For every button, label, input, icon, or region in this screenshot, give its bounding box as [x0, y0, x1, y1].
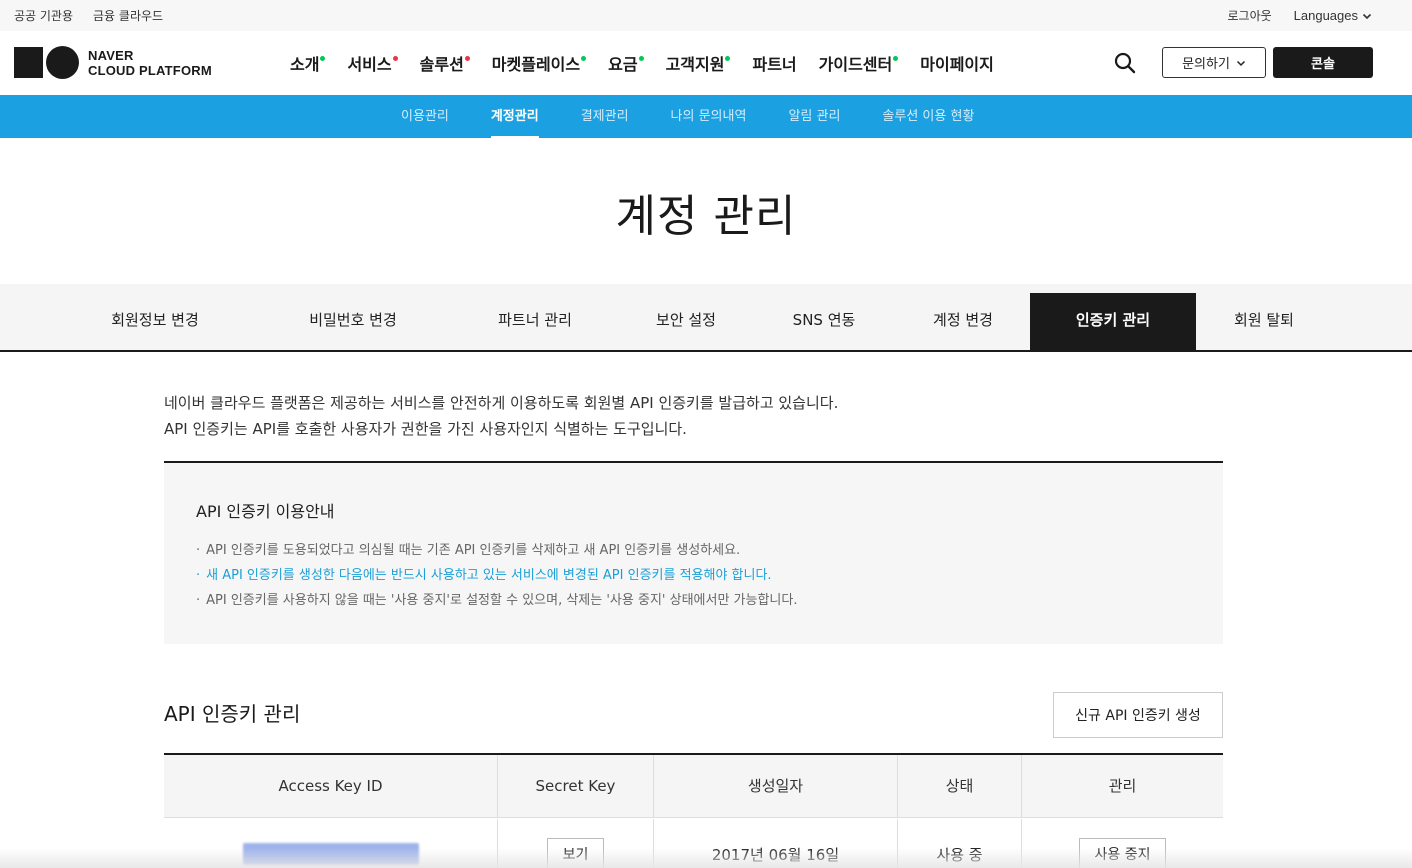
gnb-item-partner[interactable]: 파트너	[752, 51, 796, 75]
gnb-label: 요금	[608, 55, 638, 74]
inquiry-button[interactable]: 문의하기	[1162, 47, 1266, 78]
new-dot-indicator	[320, 56, 326, 61]
access-key-cell	[164, 819, 498, 868]
new-dot-indicator	[725, 56, 731, 61]
gnb-item-mypage[interactable]: 마이페이지	[920, 51, 994, 75]
col-secret-key: Secret Key	[498, 755, 654, 818]
intro-text: 네이버 클라우드 플랫폼은 제공하는 서비스를 안전하게 이용하도록 회원별 A…	[164, 390, 838, 442]
subnav-notifications[interactable]: 알림 관리	[788, 95, 840, 138]
intro-line-1: 네이버 클라우드 플랫폼은 제공하는 서비스를 안전하게 이용하도록 회원별 A…	[164, 394, 839, 412]
create-api-key-button[interactable]: 신규 API 인증키 생성	[1053, 692, 1223, 738]
table-row: 보기 2017년 06월 16일 사용 중 사용 중지	[164, 819, 1223, 868]
notice-item: API 인증키를 사용하지 않을 때는 '사용 중지'로 설정할 수 있으며, …	[196, 588, 797, 613]
page-title: 계정 관리	[615, 191, 797, 242]
logo-text-cloud-platform: CLOUD PLATFORM	[88, 62, 212, 78]
console-button[interactable]: 콘솔	[1273, 47, 1373, 78]
api-key-table: Access Key ID Secret Key 생성일자 상태 관리 보기 2…	[164, 753, 1223, 868]
view-secret-key-button[interactable]: 보기	[546, 838, 605, 868]
col-created-date: 생성일자	[654, 755, 898, 818]
notice-title: API 인증키 이용안내	[196, 502, 335, 521]
tab-auth-key[interactable]: 인증키 관리	[1030, 293, 1196, 350]
manage-cell: 사용 중지	[1022, 819, 1223, 868]
tab-sns[interactable]: SNS 연동	[774, 293, 874, 350]
subnav-billing[interactable]: 결제관리	[581, 95, 629, 138]
gnb-label: 마이페이지	[920, 55, 994, 74]
search-icon[interactable]	[1113, 51, 1137, 75]
chevron-down-icon	[1236, 60, 1245, 66]
gnb-item-services[interactable]: 서비스	[347, 51, 398, 75]
gnb-item-support[interactable]: 고객지원	[666, 51, 731, 75]
new-dot-indicator	[464, 56, 470, 61]
new-dot-indicator	[581, 56, 587, 61]
logo-text-naver: NAVER	[88, 47, 134, 63]
public-institution-link[interactable]: 공공 기관용	[14, 7, 73, 24]
tab-member-info[interactable]: 회원정보 변경	[80, 293, 230, 350]
subnav-my-inquiries[interactable]: 나의 문의내역	[671, 95, 747, 138]
languages-dropdown[interactable]: Languages	[1294, 8, 1372, 23]
col-access-key-id: Access Key ID	[164, 755, 498, 818]
gnb-label: 솔루션	[419, 55, 464, 74]
tab-partner[interactable]: 파트너 관리	[470, 293, 600, 350]
col-status: 상태	[898, 755, 1022, 818]
gnb-item-intro[interactable]: 소개	[290, 51, 326, 75]
col-manage: 관리	[1108, 777, 1137, 795]
main-header: NAVER CLOUD PLATFORM 소개 서비스 솔루션 마켓플레이스 요…	[0, 31, 1412, 95]
status-cell: 사용 중	[898, 819, 1022, 868]
api-key-notice-box: API 인증키 이용안내 API 인증키를 도용되었다고 의심될 때는 기존 A…	[164, 463, 1223, 644]
mypage-subnav: 이용관리 계정관리 결제관리 나의 문의내역 알림 관리 솔루션 이용 현황	[0, 95, 1412, 138]
gnb-label: 소개	[290, 55, 320, 74]
tab-security[interactable]: 보안 설정	[636, 293, 736, 350]
table-header: Access Key ID Secret Key 생성일자 상태 관리	[164, 755, 1223, 818]
subnav-solution-usage[interactable]: 솔루션 이용 현황	[882, 95, 974, 138]
gnb-item-solutions[interactable]: 솔루션	[420, 51, 470, 75]
gnb-item-pricing[interactable]: 요금	[608, 51, 644, 75]
disable-key-button[interactable]: 사용 중지	[1078, 838, 1167, 868]
notice-item-highlight: 새 API 인증키를 생성한 다음에는 반드시 사용하고 있는 서비스에 변경된…	[196, 563, 797, 588]
naver-cloud-logo[interactable]: NAVER CLOUD PLATFORM	[14, 46, 212, 79]
subnav-usage[interactable]: 이용관리	[401, 95, 449, 138]
tab-password[interactable]: 비밀번호 변경	[280, 293, 426, 350]
languages-label: Languages	[1293, 8, 1358, 23]
new-dot-indicator	[392, 56, 398, 61]
notice-item: API 인증키를 도용되었다고 의심될 때는 기존 API 인증키를 삭제하고 …	[196, 538, 797, 563]
gnb-item-guide-center[interactable]: 가이드센터	[819, 51, 899, 75]
gnb-item-marketplace[interactable]: 마켓플레이스	[491, 51, 587, 75]
subnav-account[interactable]: 계정관리	[490, 95, 539, 138]
intro-line-2: API 인증키는 API를 호출한 사용자가 권한을 가진 사용자인지 식별하는…	[164, 420, 687, 438]
status-text: 사용 중	[936, 845, 983, 864]
gnb-label: 가이드센터	[818, 55, 893, 74]
tab-withdraw[interactable]: 회원 탈퇴	[1214, 293, 1314, 350]
global-nav: 소개 서비스 솔루션 마켓플레이스 요금 고객지원 파트너 가이드센터 마이페이…	[290, 51, 1016, 75]
finance-cloud-link[interactable]: 금융 클라우드	[93, 7, 163, 24]
new-dot-indicator	[638, 56, 644, 61]
gnb-label: 파트너	[752, 55, 797, 74]
secret-key-cell: 보기	[498, 819, 654, 868]
chevron-down-icon	[1362, 13, 1372, 19]
inquiry-label: 문의하기	[1182, 57, 1230, 72]
created-date-cell: 2017년 06월 16일	[654, 819, 898, 868]
tab-account-change[interactable]: 계정 변경	[912, 293, 1014, 350]
gnb-label: 고객지원	[665, 55, 725, 74]
section-title: API 인증키 관리	[164, 702, 301, 726]
gnb-label: 마켓플레이스	[491, 55, 581, 74]
gnb-label: 서비스	[347, 55, 392, 74]
masked-access-key	[242, 843, 419, 865]
logout-link[interactable]: 로그아웃	[1227, 7, 1271, 24]
created-date: 2017년 06월 16일	[711, 845, 840, 864]
new-dot-indicator	[893, 56, 899, 61]
account-tabs: 회원정보 변경 비밀번호 변경 파트너 관리 보안 설정 SNS 연동 계정 변…	[0, 284, 1412, 352]
logo-circle-shape	[46, 46, 79, 79]
logo-square-shape	[14, 47, 43, 78]
utility-bar: 공공 기관용 금융 클라우드 로그아웃 Languages	[0, 0, 1412, 31]
